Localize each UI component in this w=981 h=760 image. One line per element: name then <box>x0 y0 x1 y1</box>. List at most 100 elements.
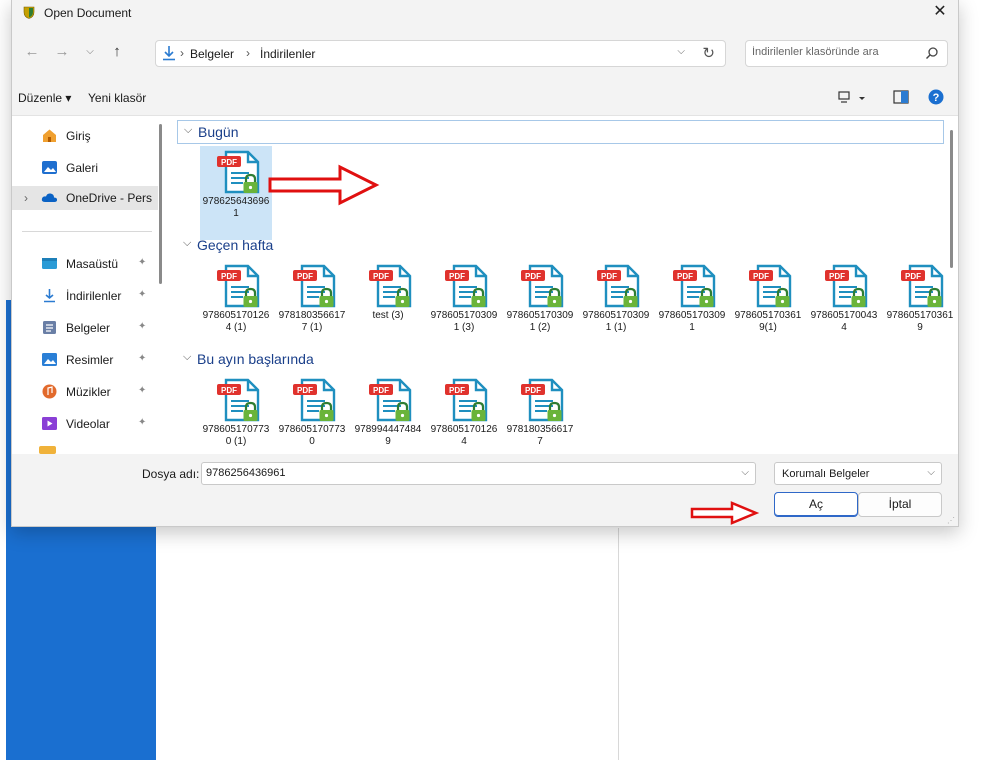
open-button[interactable]: Aç <box>774 492 858 517</box>
file-name: 9781803566177 <box>506 424 574 447</box>
file-type-select[interactable]: Korumalı Belgeler ⌵ <box>774 462 942 485</box>
pdf-locked-icon: PDF <box>901 264 944 308</box>
chevron-down-icon[interactable]: ⌵ <box>741 467 749 478</box>
file-item[interactable]: PDF 9786256436961 <box>200 146 272 240</box>
sidebar-item-gallery[interactable]: Galeri <box>12 156 158 180</box>
sidebar-item-onedrive[interactable]: › OneDrive - Pers <box>12 186 158 210</box>
file-item[interactable]: PDF 9786051707730 (1) <box>200 374 272 454</box>
pin-icon: ✦ <box>138 289 147 300</box>
sidebar-item-label: Masaüstü <box>66 257 119 271</box>
group-header-last-week[interactable]: ⌵ Geçen hafta <box>177 234 944 258</box>
pin-icon: ✦ <box>138 321 147 332</box>
svg-text:PDF: PDF <box>677 272 693 281</box>
sidebar-item-label: Giriş <box>66 129 91 143</box>
pdf-locked-icon: PDF <box>597 264 640 308</box>
chevron-down-icon[interactable]: ⌵ <box>677 46 685 57</box>
file-name: 9786256436961 <box>202 196 270 219</box>
search-box[interactable] <box>745 40 948 67</box>
desktop-icon <box>42 258 57 269</box>
pdf-locked-icon: PDF <box>825 264 868 308</box>
file-item[interactable]: PDF 9786051707730 <box>276 374 348 454</box>
breadcrumb-separator: › <box>246 46 250 60</box>
group-header-today[interactable]: ⌵ Bugün <box>177 120 944 144</box>
sidebar-item-label: Belgeler <box>66 321 111 335</box>
forward-icon[interactable]: → <box>52 42 72 62</box>
close-icon[interactable]: ✕ <box>930 2 950 22</box>
breadcrumb[interactable]: › Belgeler › İndirilenler ⌵ ↻ <box>155 40 726 67</box>
resize-grip-icon[interactable]: ⋰ <box>947 516 955 525</box>
file-item[interactable]: PDF 9786051703619 <box>884 260 956 354</box>
file-item[interactable]: PDF 9786051703091 (3) <box>428 260 500 354</box>
file-item[interactable]: PDF 9786051703619(1) <box>732 260 804 354</box>
file-item[interactable]: PDF 9789944474849 <box>352 374 424 454</box>
chevron-down-icon: ⌵ <box>183 351 192 363</box>
breadcrumb-downloads[interactable]: İndirilenler <box>260 47 315 61</box>
chevron-down-icon: ⌵ <box>184 124 193 136</box>
file-item[interactable]: PDF 9781803566177 <box>504 374 576 454</box>
file-name: 9786051703619(1) <box>734 310 802 333</box>
sidebar-item-label: OneDrive - Pers <box>66 191 153 205</box>
pin-icon: ✦ <box>138 257 147 268</box>
footer: Dosya adı: ⌵ Korumalı Belgeler ⌵ Aç İpta… <box>12 454 958 526</box>
search-icon[interactable] <box>925 46 939 60</box>
sidebar-item-label: Galeri <box>66 161 99 175</box>
cancel-button[interactable]: İptal <box>858 492 942 517</box>
command-bar: Düzenle ▾ Yeni klasör ? <box>12 80 958 116</box>
sidebar-item-pictures[interactable]: Resimler ✦ <box>12 348 158 372</box>
gallery-icon <box>42 161 57 174</box>
music-icon <box>42 384 57 399</box>
file-item[interactable]: PDF 9781803566177 (1) <box>276 260 348 354</box>
sidebar-item-home[interactable]: Giriş <box>12 124 158 148</box>
sidebar-item-music[interactable]: Müzikler ✦ <box>12 380 158 404</box>
file-item[interactable]: PDF 9786051703091 (2) <box>504 260 576 354</box>
file-name-input[interactable] <box>206 467 726 479</box>
sidebar-item-documents[interactable]: Belgeler ✦ <box>12 316 158 340</box>
svg-text:PDF: PDF <box>525 272 541 281</box>
new-folder-button[interactable]: Yeni klasör <box>88 91 146 105</box>
organize-menu[interactable]: Düzenle ▾ <box>18 91 71 105</box>
window-title: Open Document <box>44 6 132 20</box>
refresh-icon[interactable]: ↻ <box>702 44 715 62</box>
file-item[interactable]: PDF 9786051701264 (1) <box>200 260 272 354</box>
expand-icon[interactable]: › <box>24 191 28 205</box>
chevron-down-icon: ⌵ <box>183 237 192 249</box>
background-app-panel-right <box>620 528 981 760</box>
file-name: 9786051703091 <box>658 310 726 333</box>
svg-text:PDF: PDF <box>905 272 921 281</box>
view-options-icon[interactable] <box>838 89 868 107</box>
sidebar-item-downloads[interactable]: İndirilenler ✦ <box>12 284 158 308</box>
svg-text:PDF: PDF <box>221 272 237 281</box>
file-name: 9789944474849 <box>354 424 422 447</box>
file-list-scrollbar[interactable] <box>950 130 953 268</box>
svg-text:PDF: PDF <box>449 272 465 281</box>
preview-pane-icon[interactable] <box>893 89 909 105</box>
pdf-locked-icon: PDF <box>369 264 412 308</box>
recent-locations-icon[interactable]: ⌵ <box>80 42 100 62</box>
file-name: 9786051701264 (1) <box>202 310 270 333</box>
pdf-locked-icon: PDF <box>217 264 260 308</box>
breadcrumb-documents[interactable]: Belgeler <box>190 47 234 61</box>
file-item[interactable]: PDF 9786051700434 <box>808 260 880 354</box>
search-input[interactable] <box>752 46 912 58</box>
svg-text:PDF: PDF <box>601 272 617 281</box>
file-item[interactable]: PDF 9786051703091 <box>656 260 728 354</box>
sidebar-item-desktop[interactable]: Masaüstü ✦ <box>12 252 158 276</box>
sidebar-item-label: Videolar <box>66 417 110 431</box>
sidebar-scrollbar[interactable] <box>159 124 162 284</box>
file-name: test (3) <box>372 310 404 321</box>
pdf-locked-icon: PDF <box>673 264 716 308</box>
file-item[interactable]: PDF 9786051701264 <box>428 374 500 454</box>
pdf-locked-icon: PDF <box>521 378 564 422</box>
file-item[interactable]: PDF 9786051703091 (1) <box>580 260 652 354</box>
file-name-label: Dosya adı: <box>142 467 200 481</box>
file-name-field[interactable]: ⌵ <box>201 462 756 485</box>
back-icon[interactable]: ← <box>22 42 42 62</box>
pdf-locked-icon: PDF <box>445 264 488 308</box>
svg-text:PDF: PDF <box>373 272 389 281</box>
sidebar-item-videos[interactable]: Videolar ✦ <box>12 412 158 436</box>
file-item[interactable]: PDF test (3) <box>352 260 424 354</box>
pdf-locked-icon: PDF <box>217 150 260 194</box>
up-icon[interactable]: ↑ <box>107 42 127 62</box>
svg-text:PDF: PDF <box>297 272 313 281</box>
help-icon[interactable]: ? <box>928 89 944 105</box>
